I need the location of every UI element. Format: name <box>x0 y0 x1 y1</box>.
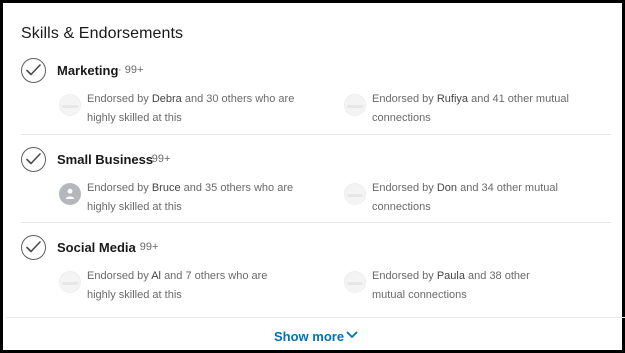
show-more-bar[interactable]: Show more <box>6 317 625 353</box>
endorsement-text: Endorsed by Rufiya and 41 other mutual c… <box>372 93 569 124</box>
endorsement-text: Endorsed by Debra and 30 others who are … <box>87 93 295 124</box>
section-title: Skills & Endorsements <box>21 25 184 42</box>
avatar <box>344 94 366 116</box>
skill-item-small-business: Small Business · 99+ Endorsed by Bruce a… <box>21 147 611 223</box>
endorsement-text: Endorsed by Don and 34 other mutual conn… <box>372 182 558 213</box>
checkmark-circle-icon[interactable] <box>21 235 46 260</box>
checkmark-circle-icon[interactable] <box>21 147 46 172</box>
skill-name[interactable]: Small Business <box>57 152 153 167</box>
endorsement-mutual-connections[interactable]: Endorsed by Don and 34 other mutual conn… <box>344 179 609 219</box>
checkmark-circle-icon[interactable] <box>21 58 46 83</box>
skills-endorsements-card: Skills & Endorsements Marketing · 99+ En… <box>0 0 625 353</box>
show-more-button[interactable]: Show more <box>274 329 344 344</box>
person-silhouette-icon <box>59 183 81 205</box>
endorsement-count[interactable]: · 99+ <box>145 153 170 165</box>
skill-name[interactable]: Social Media <box>57 240 136 255</box>
endorsement-text: Endorsed by Bruce and 35 others who are … <box>87 182 294 213</box>
skill-item-social-media: Social Media · 99+ Endorsed by Al and 7 … <box>21 235 611 311</box>
endorsement-highly-skilled[interactable]: Endorsed by Debra and 30 others who are … <box>59 90 319 130</box>
endorsement-count[interactable]: · 99+ <box>133 241 158 253</box>
avatar <box>59 271 81 293</box>
endorsement-mutual-connections[interactable]: Endorsed by Rufiya and 41 other mutual c… <box>344 90 609 130</box>
endorsement-highly-skilled[interactable]: Endorsed by Al and 7 others who are high… <box>59 267 319 307</box>
endorsement-text: Endorsed by Paula and 38 other mutual co… <box>372 270 530 301</box>
endorsement-mutual-connections[interactable]: Endorsed by Paula and 38 other mutual co… <box>344 267 609 307</box>
skill-name[interactable]: Marketing <box>57 63 118 78</box>
chevron-down-icon[interactable] <box>346 331 358 339</box>
avatar <box>59 94 81 116</box>
endorsement-highly-skilled[interactable]: Endorsed by Bruce and 35 others who are … <box>59 179 319 219</box>
avatar <box>344 183 366 205</box>
endorsement-count[interactable]: · 99+ <box>118 64 143 76</box>
skill-item-marketing: Marketing · 99+ Endorsed by Debra and 30… <box>21 58 611 135</box>
endorsement-text: Endorsed by Al and 7 others who are high… <box>87 270 268 301</box>
avatar <box>344 271 366 293</box>
